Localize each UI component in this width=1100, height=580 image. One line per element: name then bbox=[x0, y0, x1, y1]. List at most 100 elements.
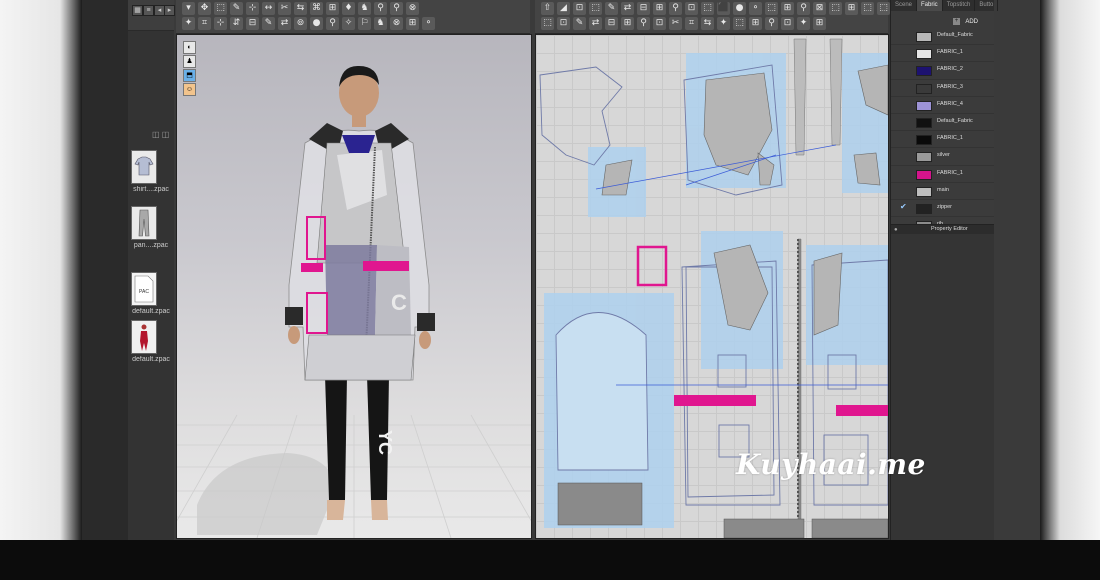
toolbar-2d-tool-icon-8[interactable]: ⊡ bbox=[653, 17, 666, 30]
toolbar-3d-tool-icon-7[interactable]: ⇄ bbox=[278, 17, 291, 30]
toolbar-2d-tool-icon-1[interactable]: ⬚ bbox=[541, 17, 554, 30]
fabric-list-item[interactable]: FABRIC_1 bbox=[891, 166, 994, 183]
tab-topstitch[interactable]: Topstitch bbox=[943, 0, 976, 11]
toolbar-3d-tool-icon-9[interactable]: ⌘ bbox=[310, 2, 323, 15]
toolbar-2d-tool-icon-13[interactable]: ⬚ bbox=[733, 17, 746, 30]
toolbar-3d-tool-icon-12[interactable]: ⚐ bbox=[358, 17, 371, 30]
toolbar-3d-tool-icon-1[interactable]: ▾ bbox=[182, 2, 195, 15]
toolbar-3d-tool-icon-16[interactable]: ⚬ bbox=[422, 17, 435, 30]
grid-view-icon[interactable]: ▦ bbox=[132, 5, 143, 16]
toolbar-3d-tool-icon-3[interactable]: ⬚ bbox=[214, 2, 227, 15]
toolbar-3d-tool-icon-14[interactable]: ⚲ bbox=[390, 2, 403, 15]
toolbar-2d-tool-icon-7[interactable]: ⚲ bbox=[637, 17, 650, 30]
toolbar-3d-tool-icon-3[interactable]: ⊹ bbox=[214, 17, 227, 30]
toolbar-2d-tool-icon-9[interactable]: ✂ bbox=[669, 17, 682, 30]
fabric-name: FABRIC_3 bbox=[937, 83, 963, 90]
fabric-list-item[interactable]: main bbox=[891, 183, 994, 200]
tab-fabric[interactable]: Fabric bbox=[917, 0, 943, 11]
toolbar-3d-tool-icon-11[interactable]: ♦ bbox=[342, 2, 355, 15]
toolbar-3d-tool-icon-11[interactable]: ✧ bbox=[342, 17, 355, 30]
tab-scene[interactable]: Scene bbox=[891, 0, 918, 11]
toolbar-2d-tool-icon-5[interactable]: ⊟ bbox=[605, 17, 618, 30]
forward-icon[interactable]: ▸ bbox=[164, 5, 175, 16]
toolbar-3d-tool-icon-14[interactable]: ⊗ bbox=[390, 17, 403, 30]
toolbar-2d-tool-icon-22[interactable]: ⬚ bbox=[877, 2, 890, 15]
toolbar-3d-tool-icon-2[interactable]: ✥ bbox=[198, 2, 211, 15]
toolbar-3d-tool-icon-13[interactable]: ♞ bbox=[374, 17, 387, 30]
toolbar-2d-tool-icon-4[interactable]: ⇄ bbox=[589, 17, 602, 30]
toolbar-2d-tool-icon-11[interactable]: ⇆ bbox=[701, 17, 714, 30]
toolbar-3d-tool-icon-15[interactable]: ⊞ bbox=[406, 17, 419, 30]
fabric-list-item[interactable]: Default_Fabric bbox=[891, 114, 994, 132]
toolbar-2d-tool-icon-6[interactable]: ⇄ bbox=[621, 2, 634, 15]
toolbar-3d-tool-icon-10[interactable]: ⊞ bbox=[326, 2, 339, 15]
3d-garment-viewport[interactable]: ◐ ♟ ⬒ ☺ YC C bbox=[176, 34, 532, 539]
toolbar-3d-tool-icon-15[interactable]: ⊗ bbox=[406, 2, 419, 15]
toolbar-3d-tool-icon-2[interactable]: ⌗ bbox=[198, 17, 211, 30]
toolbar-2d-tool-icon-12[interactable]: ⬛ bbox=[717, 2, 730, 15]
toolbar-2d-tool-icon-20[interactable]: ⊞ bbox=[845, 2, 858, 15]
add-icon[interactable]: + bbox=[953, 18, 960, 25]
toolbar-2d-tool-icon-9[interactable]: ⚲ bbox=[669, 2, 682, 15]
toolbar-2d-tool-icon-3[interactable]: ⊡ bbox=[573, 2, 586, 15]
toolbar-2d-tool-icon-16[interactable]: ⊡ bbox=[781, 17, 794, 30]
add-fabric-button[interactable]: ADD bbox=[965, 17, 978, 27]
toolbar-2d-tool-icon-14[interactable]: ⊞ bbox=[749, 17, 762, 30]
toolbar-2d-tool-icon-19[interactable]: ⬚ bbox=[829, 2, 842, 15]
toolbar-2d-tool-icon-11[interactable]: ⬚ bbox=[701, 2, 714, 15]
list-view-icon[interactable]: ≡ bbox=[143, 5, 154, 16]
toolbar-3d-tool-icon-6[interactable]: ↔ bbox=[262, 2, 275, 15]
library-item-default-avatar[interactable]: default.zpac bbox=[128, 320, 174, 376]
fabric-list-item[interactable]: Default_Fabric bbox=[891, 28, 994, 46]
library-item-pants[interactable]: pan....zpac bbox=[128, 206, 174, 262]
toolbar-2d-tool-icon-5[interactable]: ✎ bbox=[605, 2, 618, 15]
toolbar-2d-tool-icon-10[interactable]: ⊡ bbox=[685, 2, 698, 15]
toolbar-3d-tool-icon-12[interactable]: ♞ bbox=[358, 2, 371, 15]
fabric-list-item[interactable]: FABRIC_2 bbox=[891, 62, 994, 80]
collapse-icon[interactable]: ● bbox=[894, 227, 898, 233]
fabric-name: silver bbox=[937, 152, 950, 159]
toolbar-2d-tool-icon-15[interactable]: ⚲ bbox=[765, 17, 778, 30]
toolbar-2d-tool-icon-13[interactable]: ● bbox=[733, 2, 746, 15]
toolbar-2d-tool-icon-17[interactable]: ✦ bbox=[797, 17, 810, 30]
toolbar-2d-tool-icon-2[interactable]: ◢ bbox=[557, 2, 570, 15]
toolbar-2d-tool-icon-12[interactable]: ✦ bbox=[717, 17, 730, 30]
toolbar-2d-tool-icon-4[interactable]: ⬚ bbox=[589, 2, 602, 15]
fabric-list-item[interactable]: FABRIC_4 bbox=[891, 97, 994, 114]
toolbar-2d-tool-icon-6[interactable]: ⊞ bbox=[621, 17, 634, 30]
toolbar-2d-tool-icon-15[interactable]: ⬚ bbox=[765, 2, 778, 15]
toolbar-3d-tool-icon-1[interactable]: ✦ bbox=[182, 17, 195, 30]
toolbar-3d-tool-icon-4[interactable]: ⇵ bbox=[230, 17, 243, 30]
tab-button[interactable]: Butto bbox=[975, 0, 999, 11]
toolbar-3d-tool-icon-6[interactable]: ✎ bbox=[262, 17, 275, 30]
toolbar-2d-tool-icon-3[interactable]: ✎ bbox=[573, 17, 586, 30]
toolbar-2d-tool-icon-18[interactable]: ⊠ bbox=[813, 2, 826, 15]
toolbar-2d-tool-icon-14[interactable]: ⚬ bbox=[749, 2, 762, 15]
toolbar-2d-tool-icon-16[interactable]: ⊞ bbox=[781, 2, 794, 15]
toolbar-2d-tool-icon-10[interactable]: ⌗ bbox=[685, 17, 698, 30]
toolbar-2d-tool-icon-21[interactable]: ⬚ bbox=[861, 2, 874, 15]
toolbar-2d-tool-icon-7[interactable]: ⊟ bbox=[637, 2, 650, 15]
toolbar-3d-tool-icon-13[interactable]: ⚲ bbox=[374, 2, 387, 15]
toolbar-2d-tool-icon-8[interactable]: ⊞ bbox=[653, 2, 666, 15]
toolbar-3d-tool-icon-7[interactable]: ✂ bbox=[278, 2, 291, 15]
toolbar-2d-tool-icon-18[interactable]: ⊞ bbox=[813, 17, 826, 30]
checkmark-icon: ✔ bbox=[900, 201, 907, 211]
toolbar-3d-tool-icon-4[interactable]: ✎ bbox=[230, 2, 243, 15]
toolbar-3d-tool-icon-9[interactable]: ● bbox=[310, 17, 323, 30]
fabric-list-item[interactable]: ✔ zipper bbox=[891, 200, 994, 218]
fabric-list-item[interactable]: silver bbox=[891, 148, 994, 166]
toolbar-3d-tool-icon-8[interactable]: ⊚ bbox=[294, 17, 307, 30]
toolbar-2d-tool-icon-1[interactable]: ⇧ bbox=[541, 2, 554, 15]
toolbar-3d-tool-icon-10[interactable]: ⚲ bbox=[326, 17, 339, 30]
toolbar-3d-tool-icon-5[interactable]: ⊹ bbox=[246, 2, 259, 15]
fabric-list-item[interactable]: FABRIC_3 bbox=[891, 80, 994, 97]
toolbar-3d-tool-icon-5[interactable]: ⊟ bbox=[246, 17, 259, 30]
fabric-list-item[interactable]: FABRIC_1 bbox=[891, 45, 994, 63]
toolbar-2d-tool-icon-2[interactable]: ⊡ bbox=[557, 17, 570, 30]
fabric-list-item[interactable]: FABRIC_1 bbox=[891, 131, 994, 149]
library-size-control[interactable]: ◫ ◫ bbox=[152, 130, 170, 140]
library-item-shirt[interactable]: shirt....zpac bbox=[128, 150, 174, 206]
toolbar-2d-tool-icon-17[interactable]: ⚲ bbox=[797, 2, 810, 15]
toolbar-3d-tool-icon-8[interactable]: ⇆ bbox=[294, 2, 307, 15]
